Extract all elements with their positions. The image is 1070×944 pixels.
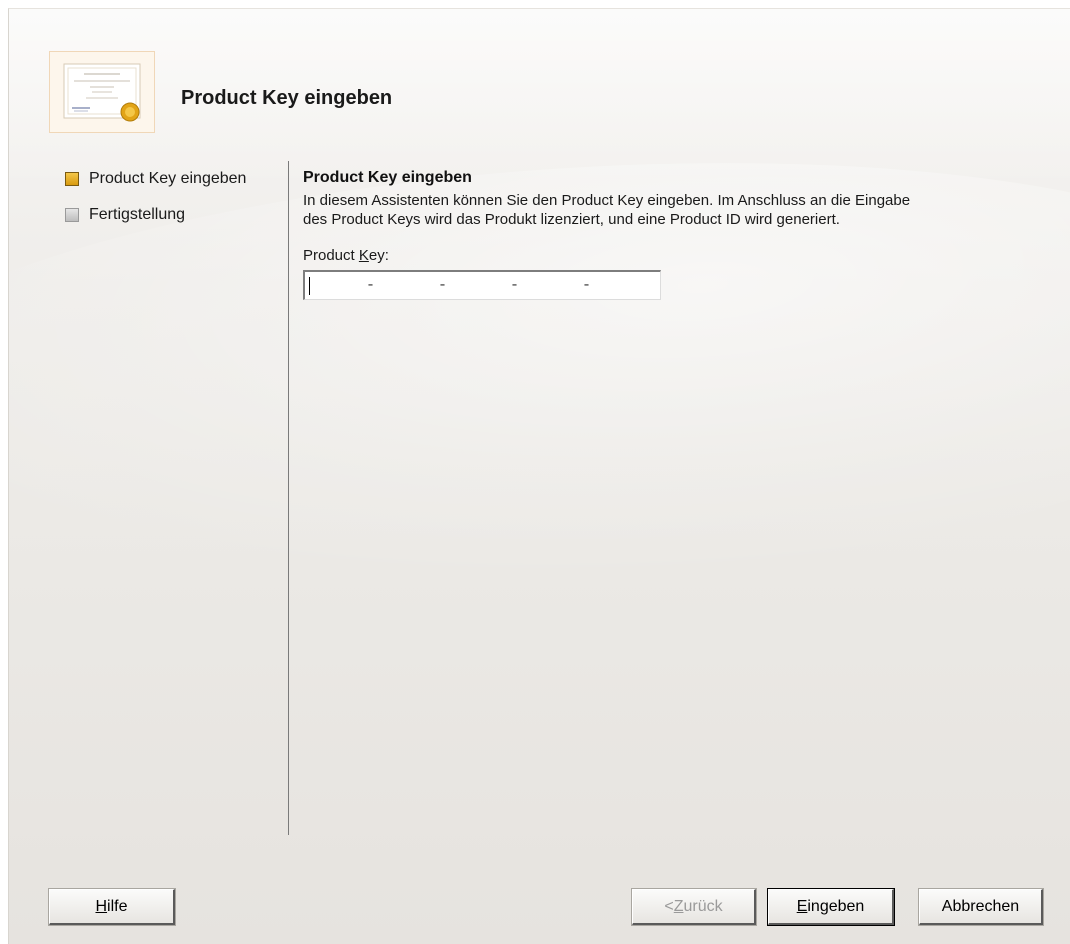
- key-separator: -: [510, 277, 520, 294]
- step-label: Fertigstellung: [89, 206, 186, 223]
- product-key-label: Product Key:: [303, 247, 389, 264]
- cancel-button[interactable]: Abbrechen: [919, 889, 1043, 925]
- section-title: Product Key eingeben: [303, 169, 472, 186]
- step-pending-icon: [65, 208, 79, 222]
- step-fertigstellung: Fertigstellung: [65, 203, 246, 227]
- text-caret: [309, 277, 310, 295]
- description-line-2: des Product Keys wird das Produkt lizenz…: [303, 211, 840, 228]
- step-active-icon: [65, 172, 79, 186]
- step-label: Product Key eingeben: [89, 170, 247, 187]
- back-button[interactable]: < Zurück: [632, 889, 756, 925]
- key-separator: -: [366, 277, 376, 294]
- description-line-1: In diesem Assistenten können Sie den Pro…: [303, 192, 911, 209]
- certificate-icon: [49, 51, 155, 133]
- wizard-steps: Product Key eingeben Fertigstellung: [65, 167, 246, 239]
- key-separator: -: [438, 277, 448, 294]
- description-text: In diesem Assistenten können Sie den Pro…: [303, 191, 1045, 229]
- help-button[interactable]: Hilfe: [49, 889, 175, 925]
- vertical-divider: [288, 161, 289, 835]
- page-title: Product Key eingeben: [181, 87, 393, 109]
- step-product-key: Product Key eingeben: [65, 167, 246, 191]
- main-content: Product Key eingeben In diesem Assistent…: [303, 167, 1053, 300]
- product-key-wizard-window: Product Key eingeben Product Key eingebe…: [8, 8, 1070, 944]
- enter-button[interactable]: Eingeben: [768, 889, 894, 925]
- key-separator: -: [582, 277, 592, 294]
- product-key-input[interactable]: - - - -: [303, 270, 661, 300]
